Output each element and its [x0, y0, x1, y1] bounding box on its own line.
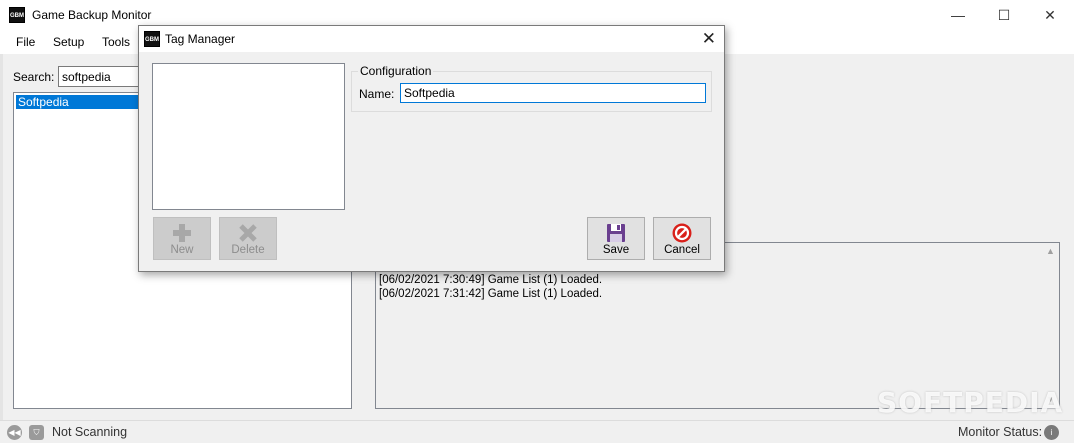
log-line: [06/02/2021 7:30:49] Game List (1) Loade…	[379, 274, 603, 286]
app-icon: GBM	[9, 7, 25, 23]
tag-manager-dialog: GBM Tag Manager ✕ New Delete Configurati…	[138, 25, 725, 272]
search-input[interactable]	[58, 66, 140, 87]
window-title: Game Backup Monitor	[32, 8, 152, 22]
menu-tools[interactable]: Tools	[102, 35, 130, 49]
plus-icon	[173, 224, 191, 242]
cancel-button-label: Cancel	[664, 244, 700, 256]
dialog-close-button[interactable]: ✕	[702, 30, 716, 48]
window-edge	[0, 54, 3, 420]
new-button[interactable]: New	[153, 217, 211, 260]
watermark: SOFTPEDIA	[877, 386, 1064, 419]
x-icon	[239, 224, 257, 242]
dialog-app-icon: GBM	[144, 31, 160, 47]
status-bar: ◀◀ ⛉ Not Scanning Monitor Status: i	[0, 420, 1074, 443]
name-input[interactable]	[400, 83, 706, 103]
menu-file[interactable]: File	[16, 35, 35, 49]
log-scrollbar[interactable]: ▲ ▼	[1042, 243, 1059, 408]
info-icon[interactable]: i	[1044, 425, 1059, 440]
tag-list[interactable]	[152, 63, 345, 210]
dialog-title: Tag Manager	[165, 32, 236, 46]
name-label: Name:	[359, 87, 395, 101]
cancel-icon	[672, 223, 692, 243]
game-list-item[interactable]: Softpedia	[16, 95, 141, 109]
log-line: [06/02/2021 7:31:42] Game List (1) Loade…	[379, 288, 603, 300]
shield-icon[interactable]: ⛉	[29, 425, 44, 440]
rewind-icon[interactable]: ◀◀	[7, 425, 22, 440]
log-lines: [06/02/2021 7:30:49] Game List (1) Loade…	[379, 273, 602, 301]
maximize-button[interactable]: ☐	[981, 0, 1027, 30]
scroll-up-icon[interactable]: ▲	[1042, 243, 1059, 260]
configuration-label: Configuration	[358, 64, 434, 78]
close-button[interactable]: ✕	[1027, 0, 1073, 30]
minimize-button[interactable]: —	[935, 0, 981, 30]
floppy-disk-icon	[607, 224, 625, 242]
search-label: Search:	[13, 70, 55, 84]
save-button[interactable]: Save	[587, 217, 645, 260]
delete-button[interactable]: Delete	[219, 217, 277, 260]
scan-status: Not Scanning	[52, 425, 128, 439]
menu-setup[interactable]: Setup	[53, 35, 84, 49]
cancel-button[interactable]: Cancel	[653, 217, 711, 260]
delete-button-label: Delete	[231, 244, 265, 256]
save-button-label: Save	[602, 244, 630, 256]
monitor-status-label: Monitor Status:	[958, 425, 1043, 439]
new-button-label: New	[170, 244, 194, 256]
dialog-titlebar: GBM Tag Manager ✕	[139, 26, 724, 52]
